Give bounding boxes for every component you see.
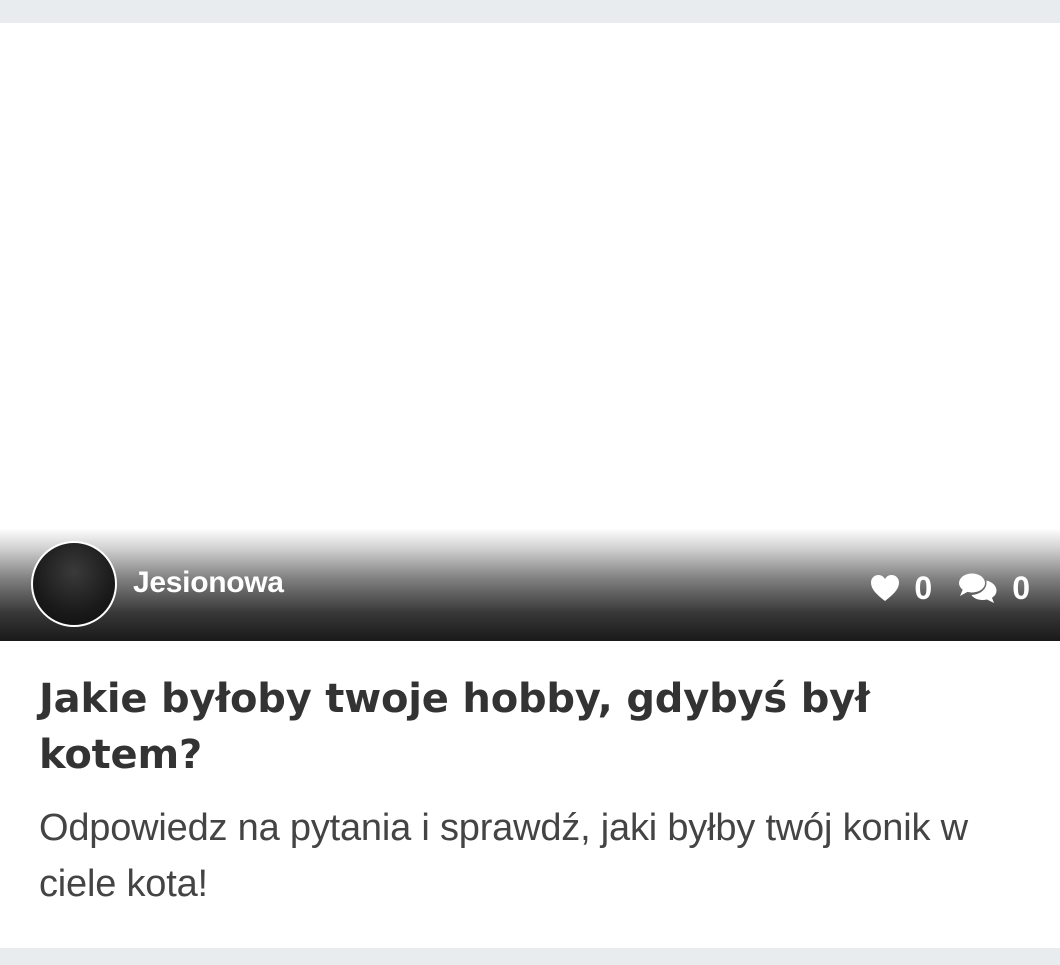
quiz-title[interactable]: Jakie byłoby twoje hobby, gdybyś był kot… <box>39 671 1029 783</box>
comments-stat[interactable]: 0 <box>958 570 1030 607</box>
card-content: Jakie byłoby twoje hobby, gdybyś był kot… <box>39 671 1029 912</box>
post-stats: 0 0 <box>870 568 1030 608</box>
author-avatar[interactable] <box>31 541 117 627</box>
likes-count: 0 <box>914 569 933 606</box>
comments-icon <box>958 572 998 604</box>
likes-stat[interactable]: 0 <box>870 570 932 607</box>
quiz-card[interactable]: Jesionowa 0 0 Jakie byłoby twoje hobby, … <box>0 23 1060 948</box>
author-name[interactable]: Jesionowa <box>133 564 284 602</box>
quiz-description: Odpowiedz na pytania i sprawdź, jaki był… <box>39 807 968 905</box>
card-cover-image[interactable]: Jesionowa 0 0 <box>0 23 1060 641</box>
heart-icon <box>870 574 900 602</box>
comments-count: 0 <box>1012 569 1030 606</box>
